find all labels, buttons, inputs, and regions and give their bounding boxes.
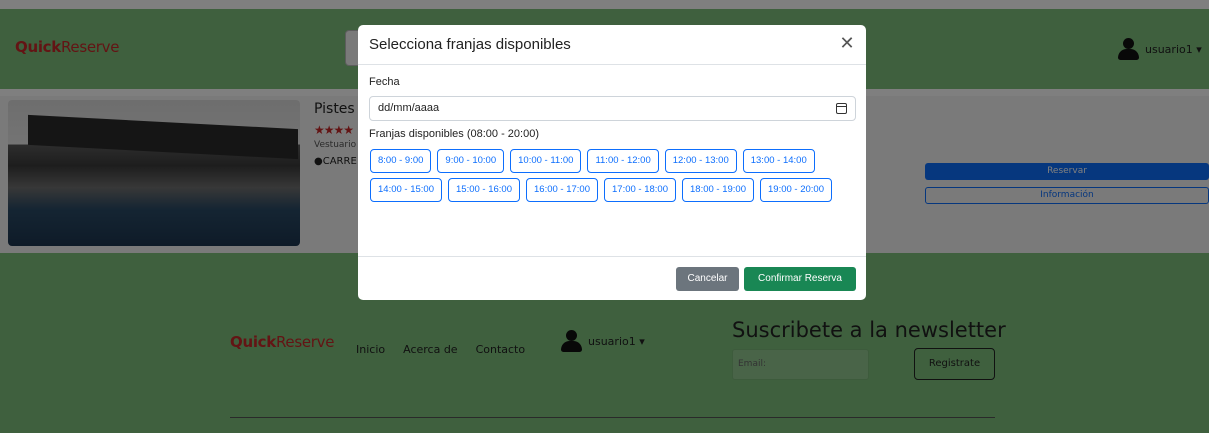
- slot-button[interactable]: 17:00 - 18:00: [604, 178, 676, 202]
- slot-button[interactable]: 8:00 - 9:00: [370, 149, 432, 173]
- date-input[interactable]: dd/mm/aaaa: [369, 96, 856, 121]
- modal-footer: Cancelar Confirmar Reserva: [358, 256, 866, 300]
- modal-title: Selecciona franjas disponibles: [369, 36, 571, 53]
- slot-button[interactable]: 9:00 - 10:00: [437, 149, 505, 173]
- cancel-button[interactable]: Cancelar: [676, 267, 739, 291]
- slot-button[interactable]: 19:00 - 20:00: [760, 178, 832, 202]
- slots-label: Franjas disponibles (08:00 - 20:00): [369, 128, 539, 140]
- slot-button[interactable]: 15:00 - 16:00: [448, 178, 520, 202]
- slot-button[interactable]: 10:00 - 11:00: [510, 149, 582, 173]
- slot-selection-modal: Selecciona franjas disponibles ✕ Fecha d…: [358, 25, 866, 300]
- slot-list: 8:00 - 9:00 9:00 - 10:00 10:00 - 11:00 1…: [370, 149, 855, 202]
- close-icon[interactable]: ✕: [837, 33, 857, 53]
- date-label: Fecha: [369, 76, 400, 88]
- date-input-value: dd/mm/aaaa: [378, 102, 440, 114]
- slot-button[interactable]: 12:00 - 13:00: [664, 149, 737, 173]
- modal-header: Selecciona franjas disponibles ✕: [358, 25, 866, 65]
- slot-button[interactable]: 13:00 - 14:00: [742, 149, 815, 173]
- slot-button[interactable]: 11:00 - 12:00: [587, 149, 659, 173]
- slot-button[interactable]: 14:00 - 15:00: [370, 178, 442, 202]
- slot-button[interactable]: 16:00 - 17:00: [526, 178, 598, 202]
- slot-button[interactable]: 18:00 - 19:00: [682, 178, 754, 202]
- confirm-reservation-button[interactable]: Confirmar Reserva: [744, 267, 856, 291]
- modal-body: Fecha dd/mm/aaaa Franjas disponibles (08…: [358, 66, 866, 256]
- calendar-icon[interactable]: [836, 103, 847, 114]
